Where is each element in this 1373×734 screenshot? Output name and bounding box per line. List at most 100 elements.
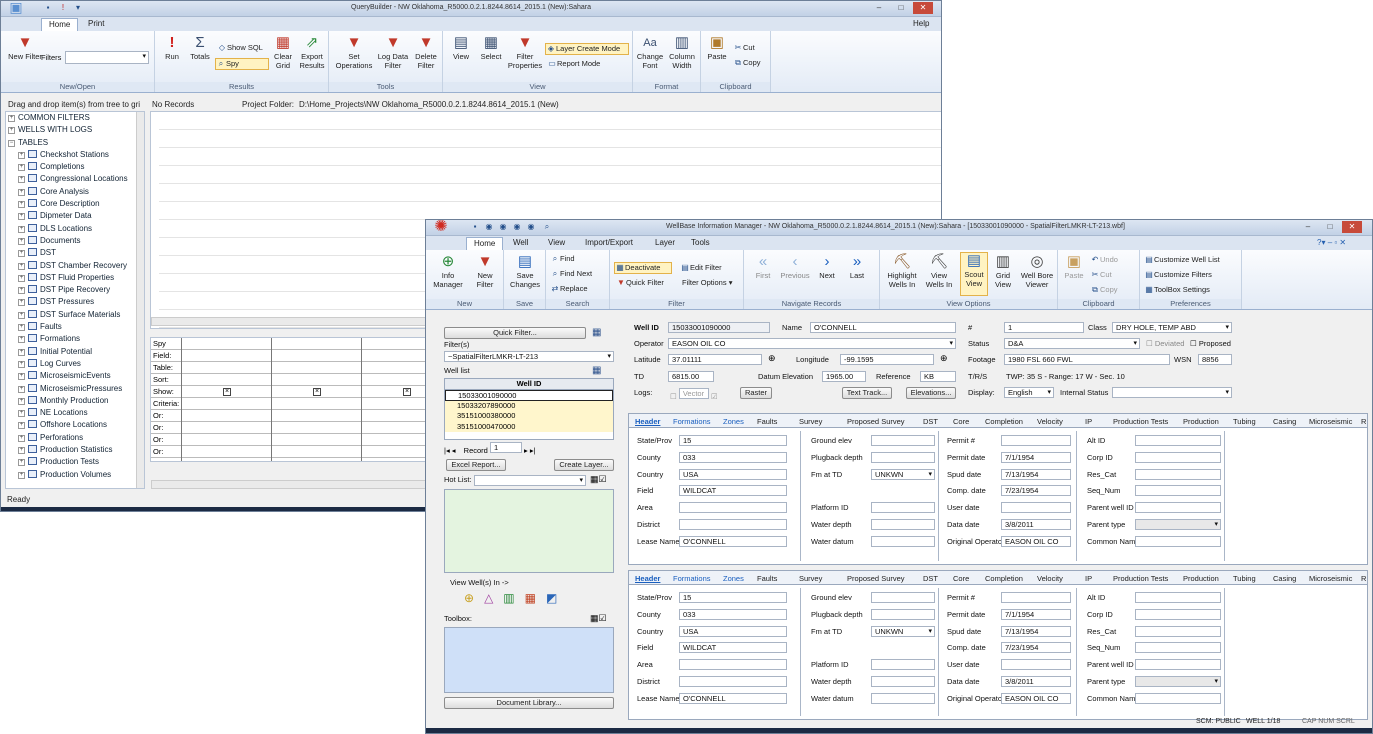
section-tab[interactable]: R [1361, 574, 1366, 583]
expand-icon[interactable]: + [18, 213, 25, 221]
section-tab[interactable]: Survey [799, 574, 822, 583]
toolbox-icons[interactable]: ▦☑ [590, 613, 607, 624]
field-value[interactable] [1135, 451, 1221, 463]
qat-forward-icon[interactable]: ◉ [512, 221, 522, 232]
section-tab[interactable]: IP [1085, 574, 1092, 583]
expand-icon[interactable]: + [18, 250, 25, 258]
section-tab[interactable]: Velocity [1037, 417, 1063, 426]
tree-table-item[interactable]: + Log Curves [6, 358, 144, 370]
criteria-row[interactable]: Or: [151, 410, 429, 422]
hot-list-select[interactable] [474, 475, 586, 486]
column-width-button[interactable]: ▥ Column Width [666, 35, 698, 70]
tab-well[interactable]: Well [506, 237, 535, 250]
field-value[interactable]: UNKWN [871, 468, 935, 480]
tab-view[interactable]: View [541, 237, 572, 250]
tree-table-item[interactable]: + Initial Potential [6, 346, 144, 358]
quick-filter-button[interactable]: ▼Quick Filter [616, 278, 664, 288]
well-list-row[interactable]: 35151000380000 [445, 411, 613, 422]
field-value[interactable] [871, 519, 935, 530]
filter-settings-icon[interactable]: ▦ [592, 327, 601, 338]
expand-icon[interactable]: + [18, 447, 25, 455]
well-id-field[interactable]: 15033001090000 [668, 322, 770, 333]
tree-table-item[interactable]: + Documents [6, 235, 144, 247]
totals-button[interactable]: Σ Totals [187, 35, 213, 62]
field-value[interactable]: 3/8/2011 [1001, 519, 1071, 530]
section-tab[interactable]: Tubing [1233, 417, 1256, 426]
expand-icon[interactable]: + [18, 164, 25, 172]
show-checkbox[interactable]: × [223, 388, 231, 396]
field-value[interactable] [1135, 642, 1221, 654]
wb-copy-button[interactable]: ⧉ Copy [1090, 285, 1117, 295]
expand-icon[interactable]: + [18, 201, 25, 209]
field-value[interactable] [679, 519, 787, 530]
filters-dropdown[interactable] [65, 51, 149, 64]
view-wells-in-icons[interactable]: ⊕△▥▦◩ [464, 591, 567, 605]
field-value[interactable]: USA [679, 625, 787, 637]
3d-icon[interactable]: ◩ [546, 591, 567, 605]
expand-icon[interactable]: + [8, 115, 15, 122]
filter-options-dropdown[interactable]: Filter Options ▾ [682, 278, 732, 288]
next-button[interactable]: › Next [812, 254, 842, 281]
operator-select[interactable]: EASON OIL CO [668, 338, 956, 349]
name-field[interactable]: O'CONNELL [810, 322, 956, 333]
section-tab[interactable]: Microseismic [1309, 574, 1352, 583]
section-tab[interactable]: Production Tests [1113, 574, 1168, 583]
section-tab[interactable]: Survey [799, 417, 822, 426]
tree-table-item[interactable]: + Checkshot Stations [6, 149, 144, 161]
section-tab[interactable]: Formations [673, 417, 711, 426]
last-button[interactable]: » Last [842, 254, 872, 281]
log-data-filter-button[interactable]: ▼ Log Data Filter [375, 35, 411, 70]
tree-table-item[interactable]: + Production Statistics [6, 444, 144, 456]
tree-table-item[interactable]: + Completions [6, 161, 144, 173]
maximize-icon[interactable]: □ [1320, 221, 1340, 233]
filter-select[interactable]: ~SpatialFilterLMKR-LT-213 [444, 351, 614, 362]
delete-filter-button[interactable]: ▼ Delete Filter [411, 35, 441, 70]
field-value[interactable] [1135, 435, 1221, 446]
field-value[interactable] [679, 502, 787, 514]
class-select[interactable]: DRY HOLE, TEMP ABD [1112, 322, 1232, 333]
field-value[interactable] [679, 659, 787, 671]
qat-save-icon[interactable]: ▪ [470, 221, 480, 232]
field-value[interactable]: 7/13/1954 [1001, 468, 1071, 480]
status-select[interactable]: D&A [1004, 338, 1140, 349]
first-record-icon[interactable]: |◂ ◂ [444, 446, 456, 455]
tree-table-item[interactable]: + Offshore Locations [6, 419, 144, 431]
tree-table-item[interactable]: + Production Tests [6, 456, 144, 468]
well-list-settings-icon[interactable]: ▦ [592, 365, 601, 376]
tree-table-item[interactable]: + DST [6, 247, 144, 259]
expand-icon[interactable]: + [18, 311, 25, 319]
close-icon[interactable]: ✕ [1342, 221, 1362, 233]
field-value[interactable]: EASON OIL CO [1001, 692, 1071, 704]
section-tab[interactable]: Proposed Survey [847, 574, 905, 583]
filter-tree[interactable]: + COMMON FILTERS + WELLS WITH LOGS − TABLES +… [5, 111, 145, 489]
section-tab[interactable]: Proposed Survey [847, 417, 905, 426]
tab-tools[interactable]: Tools [684, 237, 717, 250]
show-checkbox[interactable]: × [313, 388, 321, 396]
toolbox-settings-button[interactable]: ▦ToolBox Settings [1144, 285, 1210, 295]
grid-h-scrollbar[interactable] [151, 317, 429, 326]
document-library-button[interactable]: Document Library... [444, 697, 614, 709]
section-tab[interactable]: R [1361, 417, 1366, 426]
elevations-button[interactable]: Elevations... [906, 387, 956, 399]
reference-field[interactable]: KB [920, 371, 956, 382]
well-list-grid[interactable]: Well ID 15033001090000 15033207890000 3515… [444, 378, 614, 440]
field-value[interactable] [679, 676, 787, 687]
field-value[interactable] [871, 692, 935, 704]
expand-icon[interactable]: + [18, 324, 25, 332]
latitude-globe-icon[interactable]: ⊕ [768, 353, 776, 364]
field-value[interactable]: O'CONNELL [679, 535, 787, 547]
section-tab[interactable]: Faults [757, 574, 777, 583]
export-results-button[interactable]: ⇗ Export Results [297, 35, 327, 70]
tree-table-item[interactable]: + DST Chamber Recovery [6, 260, 144, 272]
criteria-row[interactable]: Or: [151, 458, 429, 461]
tree-table-item[interactable]: + DST Surface Materials [6, 309, 144, 321]
tree-table-item[interactable]: + DST Pressures [6, 296, 144, 308]
help-icon[interactable]: ?▾ – ▫ ✕ [1310, 237, 1353, 250]
find-button[interactable]: ⌕ Find [550, 254, 575, 264]
cut-button[interactable]: ✂ Cut [733, 43, 755, 53]
minimize-icon[interactable]: – [869, 2, 889, 14]
criteria-row[interactable]: Sort: [151, 374, 429, 386]
log-icon[interactable]: ▥ [503, 591, 524, 605]
maximize-icon[interactable]: □ [891, 2, 911, 14]
field-value[interactable] [871, 535, 935, 547]
